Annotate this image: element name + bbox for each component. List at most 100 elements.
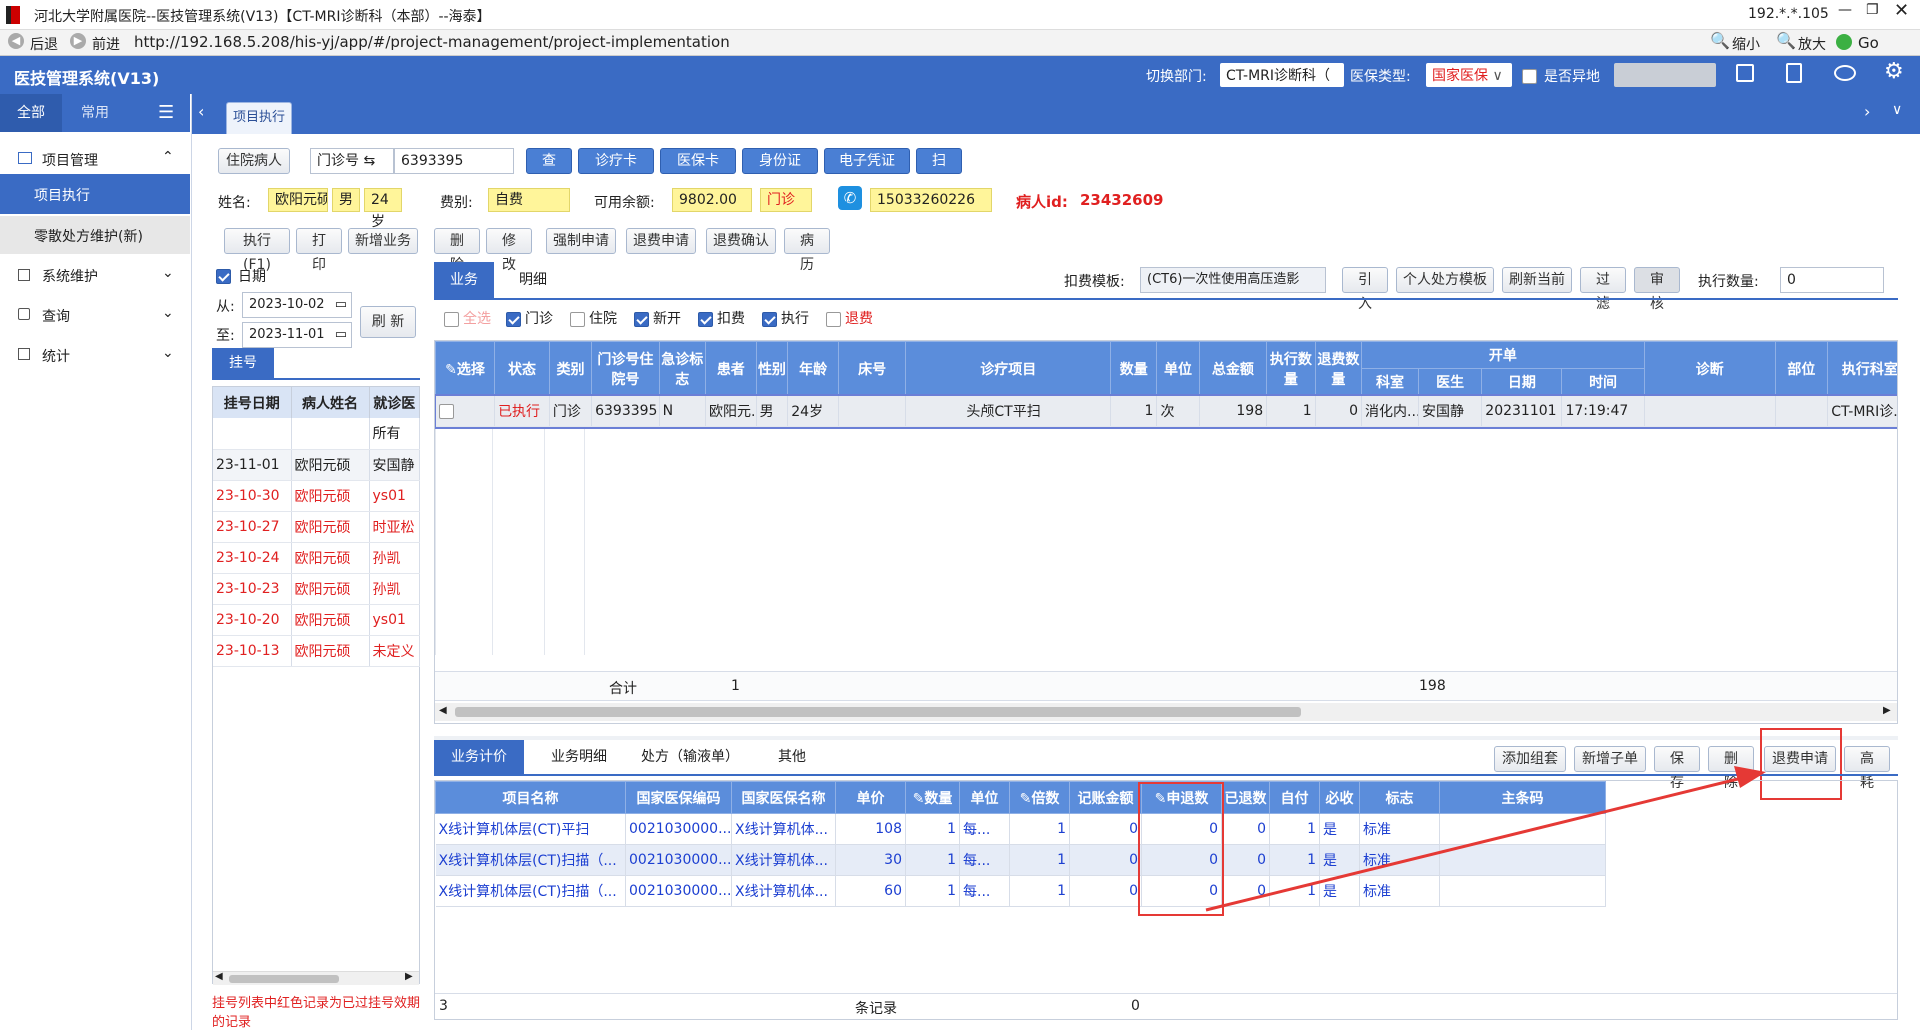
date-checkbox[interactable] <box>216 268 231 284</box>
col-doctor[interactable]: 就诊医 <box>369 387 419 418</box>
sidebar-item-query[interactable]: 查询 ⌄ <box>0 296 190 334</box>
tab-scroll-left-icon[interactable]: ‹ <box>198 102 204 121</box>
eye-icon[interactable] <box>1834 65 1856 81</box>
col-sex[interactable]: 性别 <box>755 341 789 396</box>
col-patient-name[interactable]: 病人姓名 <box>291 387 370 418</box>
execute-button[interactable]: 执行(F1) <box>224 228 290 273</box>
gear-icon[interactable]: ⚙ <box>1884 59 1904 84</box>
filter-row[interactable]: 所有 <box>213 418 420 450</box>
forward-icon[interactable]: ▶ <box>70 33 86 49</box>
back-icon[interactable]: ◀ <box>8 33 24 49</box>
row-checkbox[interactable] <box>438 403 454 419</box>
id-card-button[interactable]: 身份证(X) <box>742 148 818 193</box>
registration-row[interactable]: 23-10-30 欧阳元硕 ys01 <box>213 480 420 512</box>
col-exec-dept[interactable]: 执行科室 <box>1827 341 1897 396</box>
sidebar-item-project-mgmt[interactable]: 项目管理 ⌃ <box>0 140 190 178</box>
zoom-in-icon[interactable]: 🔍 <box>1776 31 1796 50</box>
col-bed[interactable]: 床号 <box>837 341 907 396</box>
col-no[interactable]: 门诊号住院号 <box>591 341 660 396</box>
go-button[interactable]: Go <box>1858 34 1879 52</box>
col-order-time[interactable]: 时间 <box>1561 368 1645 396</box>
col-item[interactable]: 诊疗项目 <box>905 341 1112 396</box>
filter-3[interactable]: 新开 <box>634 308 681 328</box>
registration-row[interactable]: 23-10-13 欧阳元硕 未定义 <box>213 635 420 667</box>
col-site[interactable]: 部位 <box>1774 341 1829 396</box>
tab-scroll-right-icon[interactable]: › <box>1864 102 1870 121</box>
horizontal-scrollbar[interactable]: ◀ ▶ <box>213 971 419 985</box>
filter-checkbox[interactable] <box>506 311 521 327</box>
message-icon[interactable] <box>1736 64 1754 82</box>
document-icon[interactable] <box>1786 63 1802 83</box>
filter-0[interactable]: 全选 <box>444 308 491 328</box>
tab-common[interactable]: 常用 <box>64 94 126 132</box>
registration-row[interactable]: 23-11-01 欧阳元硕 安国静 <box>213 449 420 481</box>
col-qty[interactable]: 数量 <box>1110 341 1158 396</box>
exec-qty-input[interactable]: 0 <box>1780 267 1884 293</box>
filter-all[interactable]: 所有 <box>369 418 420 450</box>
filter-checkbox[interactable] <box>444 311 459 327</box>
zoom-out-button[interactable]: 缩小 <box>1732 34 1760 54</box>
filter-6[interactable]: 退费 <box>826 308 873 328</box>
forward-button[interactable]: 前进 <box>92 34 120 54</box>
medical-record-button[interactable]: 病 历 <box>784 228 830 273</box>
tab-menu-icon[interactable]: ∨ <box>1892 102 1902 118</box>
scroll-thumb[interactable] <box>229 975 339 983</box>
col-diag[interactable]: 诊断 <box>1643 341 1776 396</box>
to-date-input[interactable]: 2023-11-01 ▭ <box>242 322 352 348</box>
registration-tab[interactable]: 挂号 <box>212 348 274 378</box>
tab-detail[interactable]: 明细 <box>508 262 558 298</box>
template-select[interactable]: (CT6)一次性使用高压造影 <box>1140 267 1326 293</box>
scroll-left-icon[interactable]: ◀ <box>439 705 447 716</box>
registration-row[interactable]: 23-10-24 欧阳元硕 孙凯 <box>213 542 420 574</box>
registration-row[interactable]: 23-10-27 欧阳元硕 时亚松 <box>213 511 420 543</box>
registration-row[interactable]: 23-10-23 欧阳元硕 孙凯 <box>213 573 420 605</box>
tab-business[interactable]: 业务 <box>434 262 494 298</box>
go-icon[interactable] <box>1836 34 1852 50</box>
col-age[interactable]: 年龄 <box>787 341 839 396</box>
filter-button[interactable]: 过 滤 <box>1580 267 1626 312</box>
restore-icon[interactable]: ❐ <box>1866 2 1879 18</box>
sidebar-item-stats[interactable]: 统计 ⌄ <box>0 336 190 374</box>
zoom-in-button[interactable]: 放大 <box>1798 34 1826 54</box>
clinic-card-button[interactable]: 诊疗卡(Z) <box>578 148 654 193</box>
from-date-input[interactable]: 2023-10-02 ▭ <box>242 292 352 318</box>
minimize-icon[interactable]: — <box>1838 2 1852 18</box>
filter-checkbox[interactable] <box>826 311 841 327</box>
registration-row[interactable]: 23-10-20 欧阳元硕 ys01 <box>213 604 420 636</box>
col-urgent[interactable]: 急诊标志 <box>658 341 707 396</box>
menu-icon[interactable]: ☰ <box>158 102 174 123</box>
import-button[interactable]: 引 入 <box>1342 267 1388 312</box>
refund-apply-button[interactable]: 退费申请 <box>626 228 696 254</box>
sidebar-item-system[interactable]: 系统维护 ⌄ <box>0 256 190 294</box>
insurance-card-button[interactable]: 医保卡(A) <box>660 148 736 193</box>
scroll-left-icon[interactable]: ◀ <box>215 971 223 982</box>
print-button[interactable]: 打 印 <box>296 228 342 273</box>
delete-button[interactable]: 删 除 <box>434 228 480 273</box>
filter-checkbox[interactable] <box>634 311 649 327</box>
filter-2[interactable]: 住院 <box>570 308 617 328</box>
search-input[interactable]: 6393395 <box>394 148 514 174</box>
col-exec-qty[interactable]: 执行数量 <box>1266 341 1316 396</box>
row-select[interactable] <box>435 395 496 427</box>
col-status[interactable]: 状态 <box>494 341 550 396</box>
filter-checkbox[interactable] <box>762 311 777 327</box>
filter-1[interactable]: 门诊 <box>506 308 553 328</box>
sidebar-item-project-exec[interactable]: 项目执行 <box>0 174 190 214</box>
e-voucher-button[interactable]: 电子凭证(B) <box>824 148 910 193</box>
col-unit[interactable]: 单位 <box>1156 341 1200 396</box>
filter-checkbox[interactable] <box>698 311 713 327</box>
scroll-right-icon[interactable]: ▶ <box>405 971 413 982</box>
edit-button[interactable]: 修 改 <box>486 228 532 273</box>
dept-select[interactable]: CT-MRI诊断科（ <box>1220 63 1344 87</box>
col-order-date[interactable]: 日期 <box>1481 368 1563 396</box>
tab-project-exec[interactable]: 项目执行 <box>226 102 292 134</box>
filter-4[interactable]: 扣费 <box>698 308 745 328</box>
tab-all[interactable]: 全部 <box>0 94 62 132</box>
scroll-right-icon[interactable]: ▶ <box>1883 705 1891 716</box>
col-patient[interactable]: 患者 <box>705 341 757 396</box>
col-category[interactable]: 类别 <box>548 341 593 396</box>
add-business-button[interactable]: 新增业务 <box>348 228 418 254</box>
scan-button[interactable]: 扫 码 <box>916 148 962 193</box>
scroll-thumb[interactable] <box>455 707 1301 717</box>
col-order-dept[interactable]: 科室 <box>1361 368 1419 396</box>
